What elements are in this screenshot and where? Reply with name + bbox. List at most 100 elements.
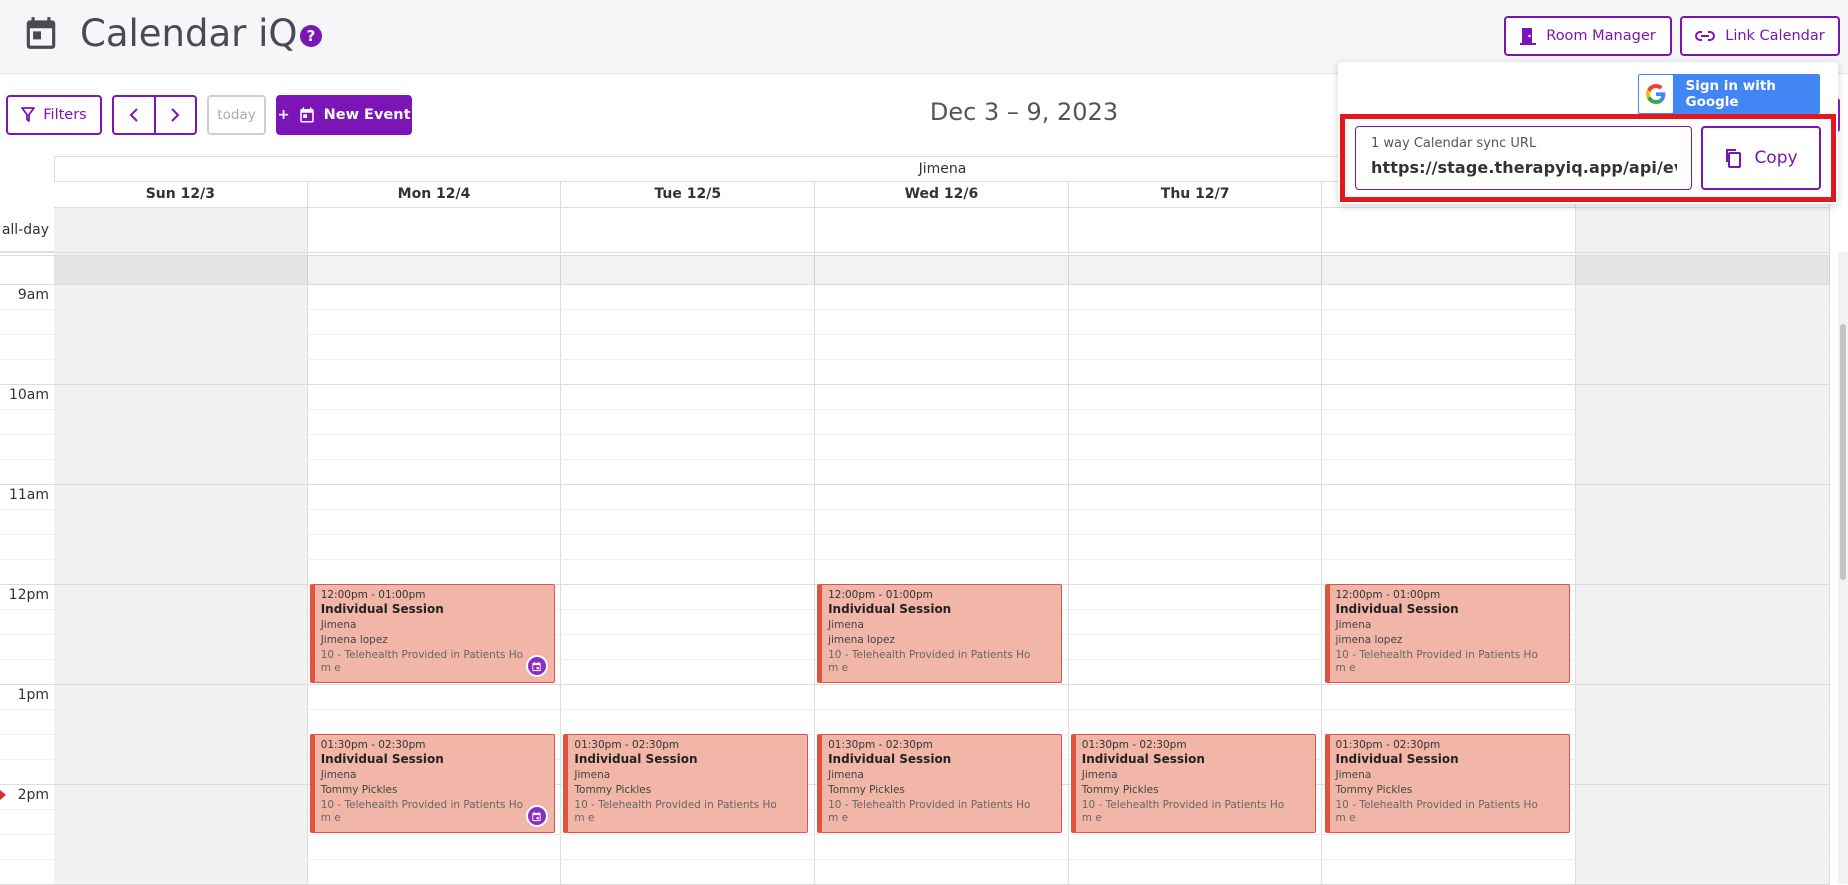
sync-url-value[interactable]: https://stage.therapyiq.app/api/events/i… xyxy=(1371,158,1677,177)
time-label: 10am xyxy=(8,387,49,403)
event-therapist: Jimena xyxy=(828,769,864,781)
event-location: 10 - Telehealth Provided in Patients Hom… xyxy=(320,799,524,824)
event-location: 10 - Telehealth Provided in Patients Hom… xyxy=(828,649,1031,674)
app-title: Calendar iQ xyxy=(80,12,298,55)
grid-line xyxy=(0,559,1830,560)
event-therapist: Jimena xyxy=(1081,769,1118,781)
copy-label: Copy xyxy=(1754,148,1798,168)
day-header: Mon 12/4 xyxy=(307,182,562,208)
event-client: Tommy Pickles xyxy=(1081,784,1159,796)
filters-button[interactable]: Filters xyxy=(6,95,102,135)
grid-line xyxy=(0,709,1830,710)
event-card[interactable]: 01:30pm - 02:30pm Individual Session Jimen… xyxy=(309,734,555,833)
calendar-add-icon xyxy=(299,107,314,123)
event-client: Tommy Pickles xyxy=(574,784,652,796)
event-title: Individual Session xyxy=(320,752,444,766)
event-time: 01:30pm - 02:30pm xyxy=(320,739,426,751)
event-card[interactable]: 01:30pm - 02:30pm Individual Session Jimen… xyxy=(1324,734,1570,833)
event-title: Individual Session xyxy=(574,752,698,766)
new-event-label: New Event xyxy=(323,107,411,123)
event-title: Individual Session xyxy=(828,752,952,766)
grid-line xyxy=(0,284,1830,285)
event-client: jimena lopez xyxy=(1335,634,1403,646)
event-time: 01:30pm - 02:30pm xyxy=(574,739,680,751)
event-title: Individual Session xyxy=(320,602,444,616)
event-client: Tommy Pickles xyxy=(1335,784,1413,796)
event-client: Tommy Pickles xyxy=(828,784,905,796)
today-button[interactable]: today xyxy=(207,95,266,135)
door-icon xyxy=(1520,28,1537,45)
next-week-button[interactable] xyxy=(156,97,196,133)
link-calendar-button[interactable]: Link Calendar xyxy=(1680,16,1840,56)
slot-band xyxy=(54,256,1830,284)
event-time: 12:00pm - 01:00pm xyxy=(1335,589,1441,601)
sync-url-field[interactable]: 1 way Calendar sync URL https://stage.th… xyxy=(1355,126,1692,190)
scrollbar[interactable] xyxy=(1838,252,1848,884)
event-title: Individual Session xyxy=(1335,602,1459,616)
link-icon xyxy=(1695,31,1716,41)
filters-label: Filters xyxy=(43,107,87,123)
chevron-left-icon xyxy=(129,108,138,122)
grid-line xyxy=(0,359,1830,360)
grid-line xyxy=(0,384,1830,385)
event-location: 10 - Telehealth Provided in Patients Hom… xyxy=(320,649,524,674)
event-card[interactable]: 01:30pm - 02:30pm Individual Session Jimen… xyxy=(563,734,809,833)
event-location: 10 - Telehealth Provided in Patients Hom… xyxy=(1335,799,1538,824)
grid-line xyxy=(0,484,1830,485)
room-manager-button[interactable]: Room Manager xyxy=(1504,16,1672,56)
week-navigation xyxy=(112,95,197,135)
prev-week-button[interactable] xyxy=(114,97,156,133)
event-card[interactable]: 01:30pm - 02:30pm Individual Session Jimen… xyxy=(1070,734,1316,833)
google-signin-button[interactable]: Sign in with Google xyxy=(1638,74,1820,114)
event-title: Individual Session xyxy=(1081,752,1205,766)
event-calendar-icon[interactable] xyxy=(525,805,548,827)
event-card[interactable]: 01:30pm - 02:30pm Individual Session Jimen… xyxy=(817,734,1063,833)
event-time: 01:30pm - 02:30pm xyxy=(1081,739,1187,751)
event-title: Individual Session xyxy=(1335,752,1459,766)
event-location: 10 - Telehealth Provided in Patients Hom… xyxy=(574,799,777,824)
event-card[interactable]: 12:00pm - 01:00pm Individual Session Jimen… xyxy=(817,584,1063,683)
time-label: 1pm xyxy=(17,687,49,703)
all-day-label: all-day xyxy=(0,208,54,252)
sync-url-label: 1 way Calendar sync URL xyxy=(1371,136,1537,151)
copy-icon xyxy=(1726,149,1742,168)
event-calendar-icon[interactable] xyxy=(525,655,548,677)
event-therapist: Jimena xyxy=(320,619,357,631)
time-label: 9am xyxy=(17,287,49,303)
chevron-right-icon xyxy=(171,108,180,122)
event-client: Jimena lopez xyxy=(320,634,388,646)
calendar-grid: Jimena Sun 12/3 Mon 12/4 Tue 12/5 Wed 12/6 T… xyxy=(0,156,1848,885)
grid-line xyxy=(0,409,1830,410)
event-therapist: Jimena xyxy=(1335,619,1372,631)
copy-button[interactable]: Copy xyxy=(1701,126,1821,190)
event-location: 10 - Telehealth Provided in Patients Hom… xyxy=(828,799,1031,824)
time-label: 11am xyxy=(8,487,49,503)
day-header: Thu 12/7 xyxy=(1068,182,1323,208)
calendar-icon xyxy=(26,17,56,49)
new-event-button[interactable]: + New Event xyxy=(276,95,412,135)
help-circle-icon[interactable]: ? xyxy=(300,25,322,47)
room-manager-label: Room Manager xyxy=(1546,28,1656,44)
grid-line xyxy=(0,309,1830,310)
time-label: 12pm xyxy=(8,587,49,603)
grid-line xyxy=(0,509,1830,510)
grid-line xyxy=(0,459,1830,460)
grid-line xyxy=(0,434,1830,435)
event-location: 10 - Telehealth Provided in Patients Hom… xyxy=(1335,649,1538,674)
event-therapist: Jimena xyxy=(1335,769,1372,781)
time-label: 2pm xyxy=(17,787,49,803)
event-time: 12:00pm - 01:00pm xyxy=(828,589,933,601)
day-header: Sun 12/3 xyxy=(54,182,308,208)
event-title: Individual Session xyxy=(828,602,952,616)
google-signin-label: Sign in with Google xyxy=(1685,78,1776,110)
event-card[interactable]: 12:00pm - 01:00pm Individual Session Jimen… xyxy=(309,584,555,683)
link-calendar-label: Link Calendar xyxy=(1725,28,1825,44)
day-header: Wed 12/6 xyxy=(815,182,1069,208)
grid-line xyxy=(0,834,1830,835)
scrollbar-thumb[interactable] xyxy=(1840,324,1846,580)
plus-glyph: + xyxy=(277,107,290,123)
event-therapist: Jimena xyxy=(320,769,357,781)
event-card[interactable]: 12:00pm - 01:00pm Individual Session Jimen… xyxy=(1324,584,1570,683)
day-header: Tue 12/5 xyxy=(561,182,816,208)
event-client: Tommy Pickles xyxy=(320,784,398,796)
